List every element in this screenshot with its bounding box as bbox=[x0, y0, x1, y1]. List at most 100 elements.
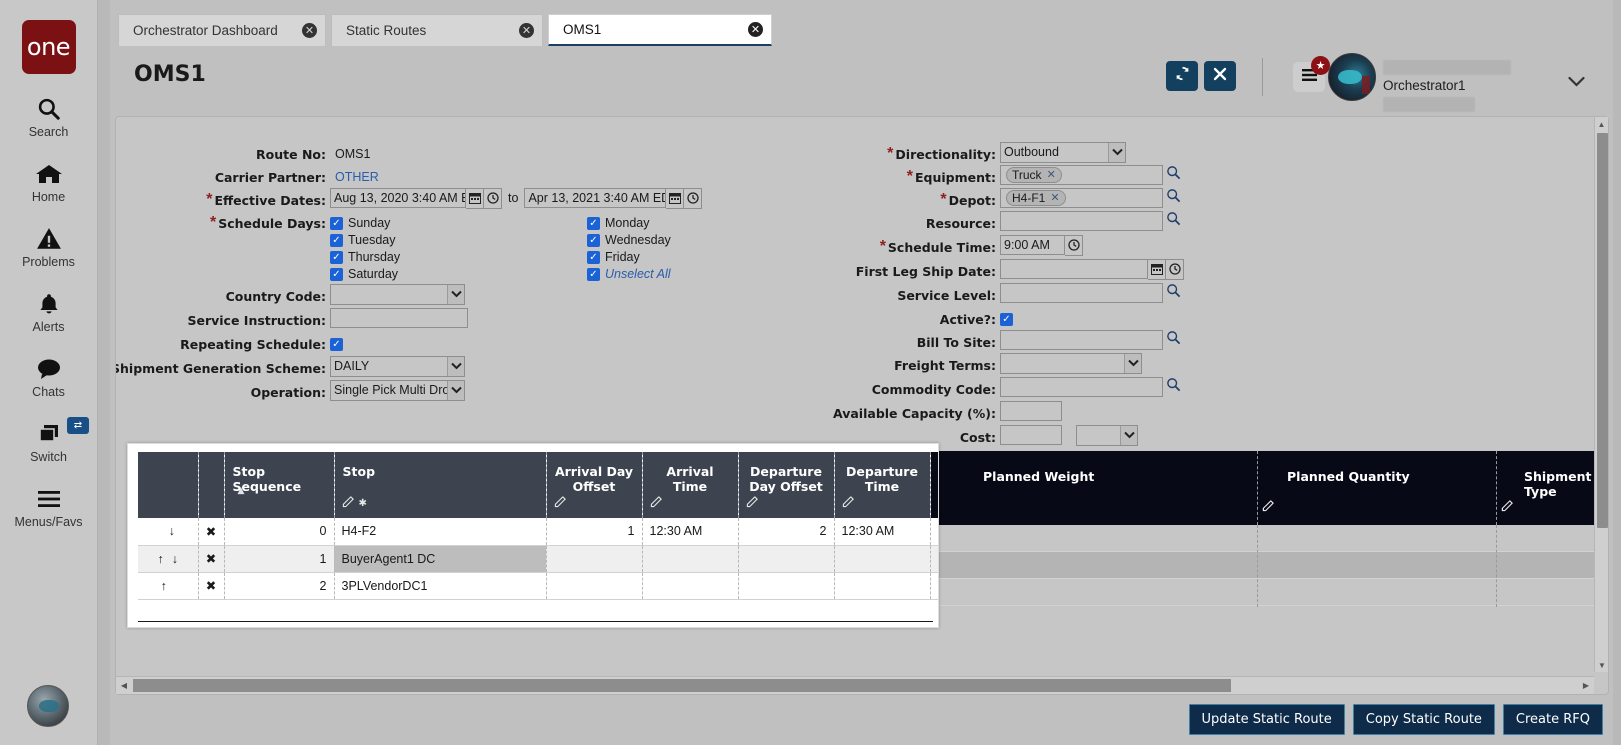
remove-token-icon[interactable]: ✕ bbox=[1047, 166, 1056, 184]
sidebar-item-switch[interactable]: ⇄ Switch bbox=[0, 419, 97, 464]
checkbox[interactable]: ✓ bbox=[587, 234, 600, 247]
refresh-button[interactable] bbox=[1166, 61, 1198, 91]
search-icon[interactable] bbox=[1166, 211, 1181, 231]
move-down-icon[interactable] bbox=[171, 579, 179, 593]
calendar-icon[interactable] bbox=[466, 188, 484, 209]
cell-departure-day-offset[interactable]: 2 bbox=[738, 518, 834, 545]
freight-terms-select[interactable] bbox=[1000, 353, 1142, 374]
search-icon[interactable] bbox=[1166, 330, 1181, 350]
move-down-icon[interactable]: ↓ bbox=[165, 524, 179, 538]
cell-stop-sequence[interactable]: 1 bbox=[224, 545, 334, 572]
avatar[interactable] bbox=[1328, 53, 1376, 101]
column-header-departure-time[interactable]: Departure Time bbox=[834, 452, 930, 518]
move-up-icon[interactable]: ↑ bbox=[154, 552, 168, 566]
edit-icon[interactable] bbox=[554, 495, 567, 511]
field-link[interactable]: OTHER bbox=[335, 170, 379, 184]
horizontal-scroll-thumb[interactable] bbox=[133, 679, 1231, 692]
clock-icon[interactable] bbox=[1166, 259, 1184, 280]
checkbox[interactable]: ✓ bbox=[587, 217, 600, 230]
calendar-icon[interactable] bbox=[1148, 259, 1166, 280]
tab-orchestrator-dashboard[interactable]: Orchestrator Dashboard ✕ bbox=[118, 14, 326, 46]
search-icon[interactable] bbox=[1166, 165, 1181, 185]
clock-icon[interactable] bbox=[684, 188, 702, 209]
column-header-planned-weight-hidden[interactable]: Planned Weight bbox=[930, 452, 939, 518]
operation-select[interactable]: Single Pick Multi Drop bbox=[330, 380, 465, 401]
reorder-controls[interactable]: ↑↓ bbox=[138, 545, 198, 572]
cell-departure-time[interactable] bbox=[834, 572, 930, 599]
day-saturday[interactable]: ✓ Saturday bbox=[330, 263, 398, 285]
cell-arrival-day-offset[interactable]: 1 bbox=[546, 518, 642, 545]
bill-to-site-input[interactable] bbox=[1000, 330, 1163, 350]
unselect-all-toggle[interactable]: ✓ Unselect All bbox=[587, 263, 671, 285]
cost-input[interactable] bbox=[1000, 425, 1062, 445]
create-rfq-button[interactable]: Create RFQ bbox=[1503, 704, 1603, 735]
close-icon[interactable]: ✕ bbox=[519, 23, 534, 38]
first-leg-input[interactable] bbox=[1000, 259, 1148, 279]
service-level-input[interactable] bbox=[1000, 283, 1163, 303]
checkbox[interactable]: ✓ bbox=[330, 268, 343, 281]
tab-oms1[interactable]: OMS1 ✕ bbox=[548, 14, 772, 46]
switch-badge-icon[interactable]: ⇄ bbox=[67, 417, 89, 434]
checkbox[interactable]: ✓ bbox=[330, 338, 343, 351]
cell-arrival-time[interactable] bbox=[642, 572, 738, 599]
cell-departure-time[interactable]: 12:30 AM bbox=[834, 518, 930, 545]
cell-stop-sequence[interactable]: 0 bbox=[224, 518, 334, 545]
column-header-stop-sequence[interactable]: Stop Sequence ▲ bbox=[224, 452, 334, 518]
equipment-input[interactable]: Truck ✕ bbox=[1000, 165, 1163, 185]
effective-date-to-input[interactable]: Apr 13, 2021 3:40 AM EDT bbox=[524, 188, 666, 208]
sidebar-item-chats[interactable]: Chats bbox=[0, 354, 97, 399]
cell-arrival-time[interactable] bbox=[642, 545, 738, 572]
app-logo[interactable]: one bbox=[22, 20, 76, 74]
checkbox[interactable]: ✓ bbox=[330, 251, 343, 264]
copy-static-route-button[interactable]: Copy Static Route bbox=[1353, 704, 1495, 735]
sort-ascending-icon[interactable]: ▲ bbox=[238, 486, 245, 496]
checkbox[interactable]: ✓ bbox=[330, 217, 343, 230]
delete-row-icon[interactable]: ✖ bbox=[198, 572, 224, 599]
clock-icon[interactable] bbox=[1065, 235, 1083, 256]
move-down-icon[interactable]: ↓ bbox=[168, 552, 182, 566]
cell-departure-day-offset[interactable] bbox=[738, 572, 834, 599]
vertical-scrollbar[interactable]: ▲ ▼ bbox=[1594, 117, 1608, 672]
checkbox[interactable]: ✓ bbox=[587, 251, 600, 264]
schedule-time-input[interactable]: 9:00 AM bbox=[1000, 235, 1065, 255]
search-icon[interactable] bbox=[1166, 283, 1181, 303]
edit-icon[interactable] bbox=[1262, 499, 1275, 517]
column-header-departure-day-offset[interactable]: Departure Day Offset bbox=[738, 452, 834, 518]
cell-arrival-day-offset[interactable] bbox=[546, 572, 642, 599]
sidebar-item-search[interactable]: Search bbox=[0, 94, 97, 139]
carrier-partner-value[interactable]: OTHER bbox=[330, 166, 379, 188]
sidebar-item-home[interactable]: Home bbox=[0, 159, 97, 204]
edit-icon[interactable] bbox=[746, 495, 759, 511]
table-row[interactable]: ↑ ✖ 2 3PLVendorDC1 bbox=[138, 572, 939, 599]
update-static-route-button[interactable]: Update Static Route bbox=[1189, 704, 1345, 735]
depot-token[interactable]: H4-F1 ✕ bbox=[1006, 190, 1066, 206]
column-header-stop[interactable]: Stop ✱ bbox=[334, 452, 546, 518]
cell-departure-time[interactable] bbox=[834, 545, 930, 572]
directionality-select[interactable]: Outbound bbox=[1000, 142, 1126, 163]
cell-stop[interactable]: 3PLVendorDC1 bbox=[334, 572, 546, 599]
scroll-up-icon[interactable]: ▲ bbox=[1595, 117, 1608, 131]
resource-input[interactable] bbox=[1000, 211, 1163, 231]
sidebar-avatar[interactable] bbox=[27, 685, 69, 727]
chevron-down-icon[interactable] bbox=[1568, 74, 1585, 92]
cell-stop[interactable]: H4-F2 bbox=[334, 518, 546, 545]
reorder-controls[interactable]: ↑ bbox=[138, 572, 198, 599]
sidebar-item-problems[interactable]: Problems bbox=[0, 224, 97, 269]
horizontal-scrollbar[interactable]: ◀ ▶ bbox=[116, 676, 1594, 694]
close-button[interactable] bbox=[1204, 61, 1236, 91]
depot-input[interactable]: H4-F1 ✕ bbox=[1000, 188, 1163, 208]
checkbox[interactable]: ✓ bbox=[330, 234, 343, 247]
scroll-down-icon[interactable]: ▼ bbox=[1595, 658, 1609, 672]
checkbox[interactable]: ✓ bbox=[587, 268, 600, 281]
cell-stop[interactable]: BuyerAgent1 DC bbox=[334, 545, 546, 572]
cost-currency-select[interactable] bbox=[1076, 425, 1138, 446]
move-up-icon[interactable]: ↑ bbox=[157, 579, 171, 593]
star-badge-icon[interactable]: ★ bbox=[1311, 56, 1330, 75]
vertical-scroll-thumb[interactable] bbox=[1597, 133, 1608, 528]
search-icon[interactable] bbox=[1166, 377, 1181, 397]
country-code-select[interactable] bbox=[330, 284, 465, 305]
column-header-arrival-time[interactable]: Arrival Time bbox=[642, 452, 738, 518]
equipment-token[interactable]: Truck ✕ bbox=[1006, 167, 1062, 183]
commodity-code-input[interactable] bbox=[1000, 377, 1163, 397]
remove-token-icon[interactable]: ✕ bbox=[1050, 189, 1059, 207]
